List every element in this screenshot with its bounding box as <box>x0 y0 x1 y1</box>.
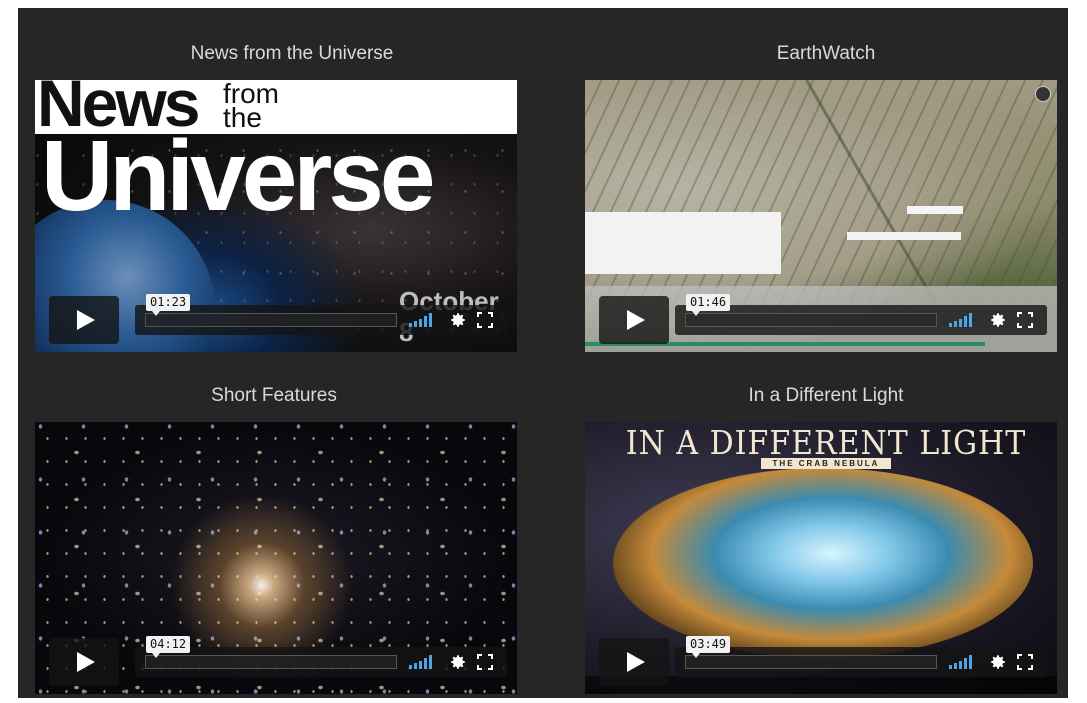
play-icon <box>77 652 95 672</box>
gear-icon[interactable] <box>449 311 467 329</box>
player-controls: 01:23 <box>135 294 507 335</box>
play-icon <box>627 310 645 330</box>
fullscreen-icon[interactable] <box>1017 312 1033 328</box>
progress-track[interactable]: 03:49 <box>685 636 937 669</box>
video-title: In a Different Light <box>748 385 904 406</box>
time-readout: 01:23 <box>146 294 191 316</box>
video-title: Short Features <box>211 385 337 406</box>
thumb-headline: IN A DIFFERENT LIGHT <box>625 424 1027 463</box>
play-button[interactable] <box>599 638 669 686</box>
volume-bars-icon[interactable] <box>409 313 439 327</box>
map-info-panel <box>585 212 781 274</box>
gear-icon[interactable] <box>989 653 1007 671</box>
fullscreen-icon[interactable] <box>1017 654 1033 670</box>
time-readout: 01:46 <box>686 294 731 316</box>
video-thumbnail-in-a-different-light[interactable]: IN A DIFFERENT LIGHT THE CRAB NEBULA 03:… <box>585 422 1057 694</box>
video-thumbnail-short-features[interactable]: 04:12 <box>35 422 517 694</box>
progress-track[interactable]: 01:23 <box>145 294 397 327</box>
play-icon <box>627 652 645 672</box>
fullscreen-icon[interactable] <box>477 654 493 670</box>
time-readout: 04:12 <box>146 636 191 658</box>
progress-track[interactable]: 04:12 <box>145 636 397 669</box>
gear-icon[interactable] <box>989 311 1007 329</box>
play-button[interactable] <box>49 638 119 686</box>
video-thumbnail-news-from-the-universe[interactable]: News fromthe Universe October 8 01:23 <box>35 80 517 352</box>
player-controls: 04:12 <box>135 636 507 677</box>
player-controls: 03:49 <box>675 636 1047 677</box>
play-button[interactable] <box>599 296 669 344</box>
video-gallery: News from the Universe News from the Univ… <box>18 8 1068 698</box>
map-label <box>847 232 961 240</box>
progress-track[interactable]: 01:46 <box>685 294 937 327</box>
gear-icon[interactable] <box>449 653 467 671</box>
video-title: EarthWatch <box>776 43 876 64</box>
play-icon <box>77 310 95 330</box>
map-label <box>907 206 963 214</box>
volume-bars-icon[interactable] <box>949 313 979 327</box>
player-controls: 01:46 <box>675 294 1047 335</box>
compass-icon <box>1035 86 1051 102</box>
video-title: News from the Universe <box>190 43 394 64</box>
fullscreen-icon[interactable] <box>477 312 493 328</box>
volume-bars-icon[interactable] <box>949 655 979 669</box>
play-button[interactable] <box>49 296 119 344</box>
thumb-subhead: THE CRAB NEBULA <box>761 458 891 469</box>
thumb-title-universe: Universe <box>41 120 435 232</box>
crab-nebula-image <box>613 468 1033 658</box>
video-thumbnail-earthwatch[interactable]: 01:46 <box>585 80 1057 352</box>
satellite-terrain <box>805 80 944 317</box>
time-readout: 03:49 <box>686 636 731 658</box>
volume-bars-icon[interactable] <box>409 655 439 669</box>
